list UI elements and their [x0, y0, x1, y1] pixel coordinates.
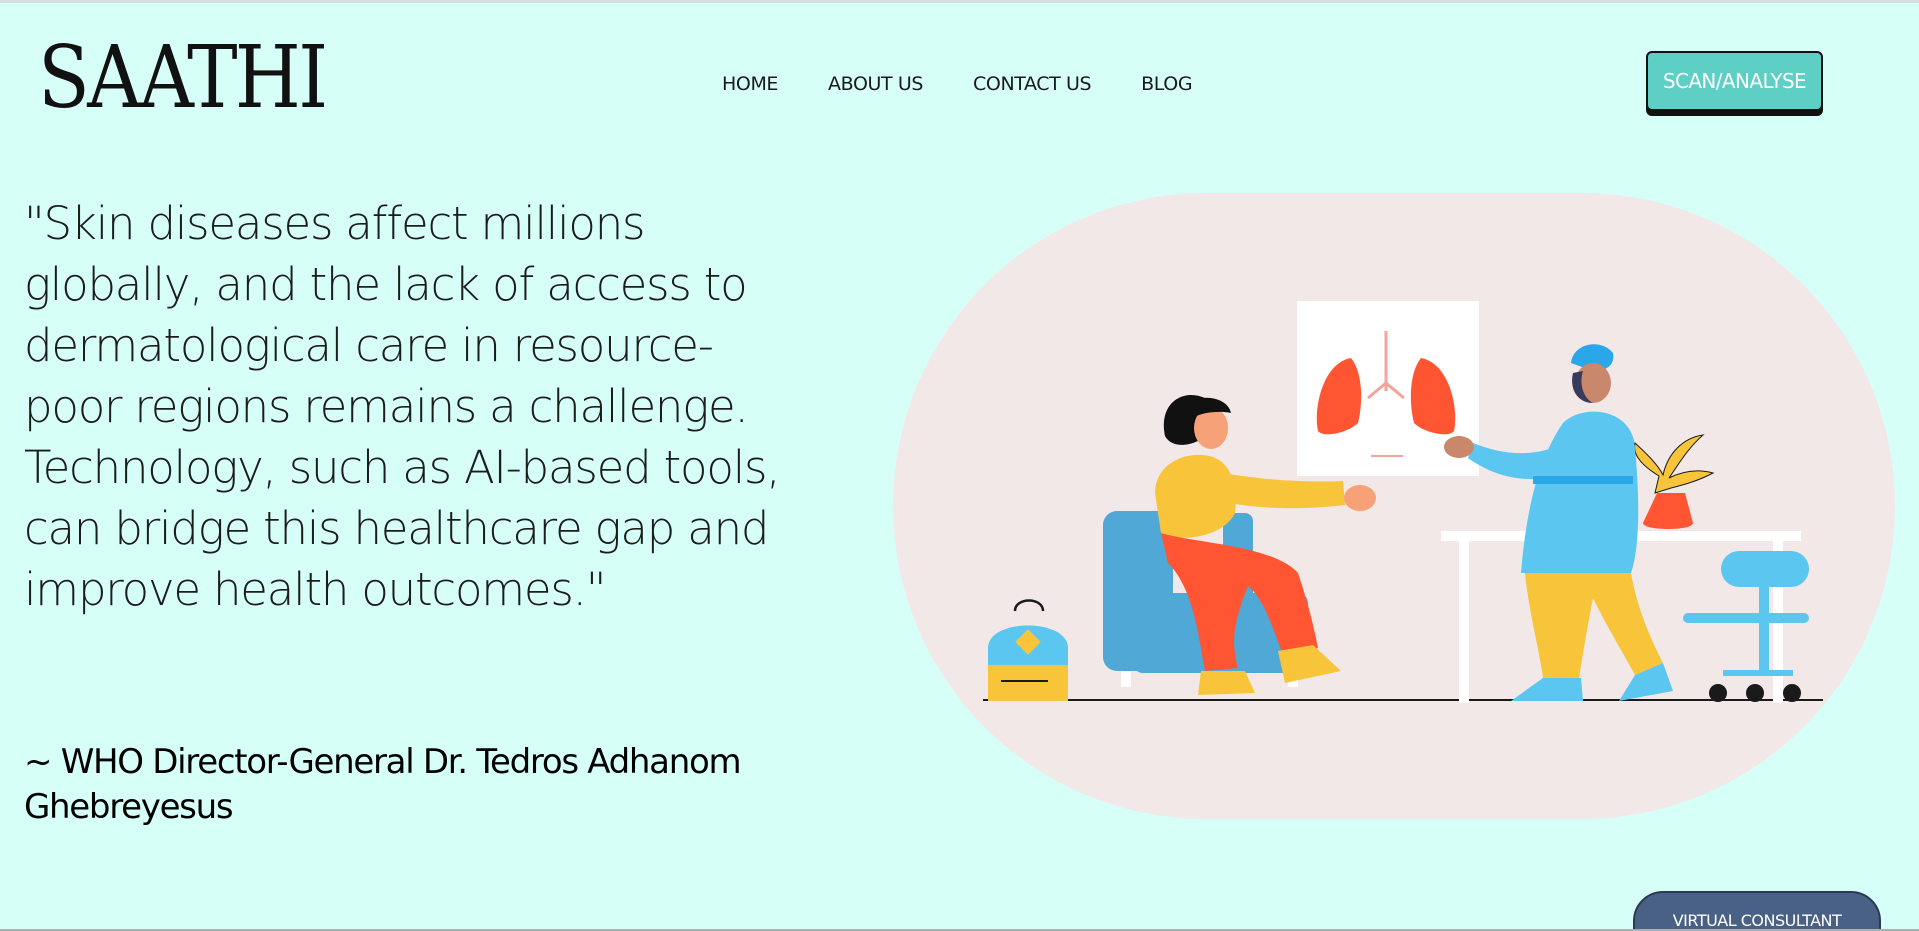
illustration-blob — [893, 193, 1895, 819]
hero-quote: "Skin diseases affect millions globally,… — [24, 197, 781, 616]
page: SAATHI HOME ABOUT US CONTACT US BLOG SCA… — [0, 0, 1919, 931]
doctor-patient-illustration — [893, 193, 1895, 819]
nav-blog[interactable]: BLOG — [1141, 73, 1192, 95]
nav-home[interactable]: HOME — [722, 73, 778, 95]
quote-attribution: ~ WHO Director-General Dr. Tedros Adhano… — [24, 742, 742, 827]
main-nav: HOME ABOUT US CONTACT US BLOG — [722, 73, 1193, 95]
nav-about-us[interactable]: ABOUT US — [828, 73, 923, 95]
logo[interactable]: SAATHI — [38, 35, 328, 121]
virtual-consultant-button[interactable]: VIRTUAL CONSULTANT — [1633, 891, 1881, 929]
scan-analyse-button[interactable]: SCAN/ANALYSE — [1646, 51, 1823, 111]
nav-contact-us[interactable]: CONTACT US — [973, 73, 1092, 95]
